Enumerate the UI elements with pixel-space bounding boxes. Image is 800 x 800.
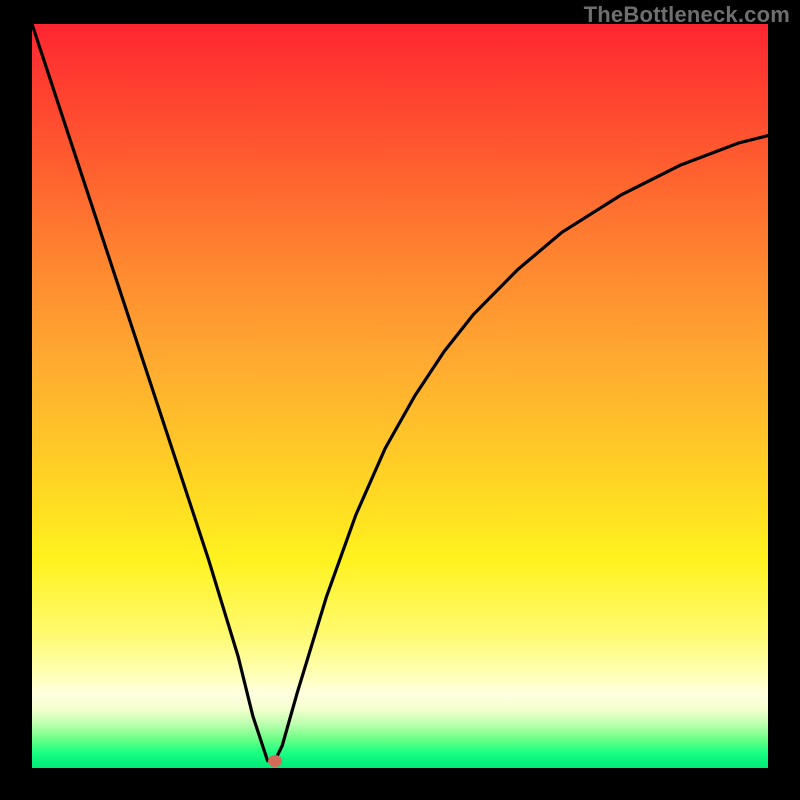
plot-area	[32, 24, 768, 768]
curve-path	[32, 24, 768, 761]
chart-frame: TheBottleneck.com	[0, 0, 800, 800]
watermark-label: TheBottleneck.com	[584, 2, 790, 28]
bottleneck-curve	[32, 24, 768, 768]
minimum-marker	[268, 755, 282, 767]
